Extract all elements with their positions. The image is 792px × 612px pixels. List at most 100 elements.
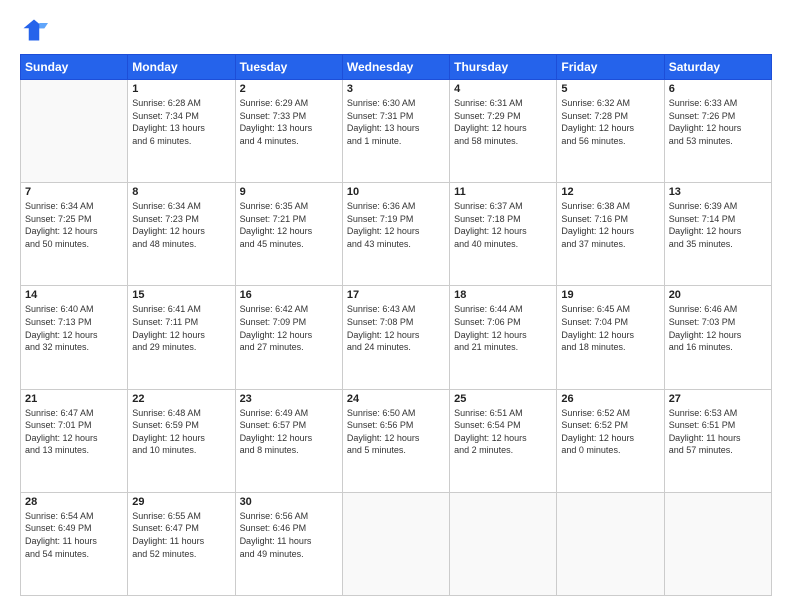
day-number: 9	[240, 186, 338, 198]
day-info: Sunrise: 6:37 AM Sunset: 7:18 PM Dayligh…	[454, 200, 552, 250]
logo-icon	[20, 16, 48, 44]
day-info: Sunrise: 6:48 AM Sunset: 6:59 PM Dayligh…	[132, 407, 230, 457]
day-info: Sunrise: 6:34 AM Sunset: 7:25 PM Dayligh…	[25, 200, 123, 250]
weekday-header: Wednesday	[342, 55, 449, 80]
calendar-cell	[21, 80, 128, 183]
calendar-cell: 21 Sunrise: 6:47 AM Sunset: 7:01 PM Dayli…	[21, 389, 128, 492]
weekday-header: Sunday	[21, 55, 128, 80]
calendar-cell: 28 Sunrise: 6:54 AM Sunset: 6:49 PM Dayli…	[21, 492, 128, 595]
day-info: Sunrise: 6:42 AM Sunset: 7:09 PM Dayligh…	[240, 303, 338, 353]
calendar-week-row: 21 Sunrise: 6:47 AM Sunset: 7:01 PM Dayli…	[21, 389, 772, 492]
day-number: 1	[132, 83, 230, 95]
page: SundayMondayTuesdayWednesdayThursdayFrid…	[0, 0, 792, 612]
day-info: Sunrise: 6:45 AM Sunset: 7:04 PM Dayligh…	[561, 303, 659, 353]
day-number: 17	[347, 289, 445, 301]
day-number: 11	[454, 186, 552, 198]
calendar-table: SundayMondayTuesdayWednesdayThursdayFrid…	[20, 54, 772, 596]
calendar-cell: 25 Sunrise: 6:51 AM Sunset: 6:54 PM Dayli…	[450, 389, 557, 492]
day-info: Sunrise: 6:32 AM Sunset: 7:28 PM Dayligh…	[561, 97, 659, 147]
day-info: Sunrise: 6:33 AM Sunset: 7:26 PM Dayligh…	[669, 97, 767, 147]
day-number: 22	[132, 393, 230, 405]
calendar-cell: 9 Sunrise: 6:35 AM Sunset: 7:21 PM Daylig…	[235, 183, 342, 286]
calendar-cell	[450, 492, 557, 595]
day-info: Sunrise: 6:47 AM Sunset: 7:01 PM Dayligh…	[25, 407, 123, 457]
day-info: Sunrise: 6:31 AM Sunset: 7:29 PM Dayligh…	[454, 97, 552, 147]
day-number: 10	[347, 186, 445, 198]
calendar-cell: 11 Sunrise: 6:37 AM Sunset: 7:18 PM Dayli…	[450, 183, 557, 286]
weekday-header: Saturday	[664, 55, 771, 80]
day-info: Sunrise: 6:50 AM Sunset: 6:56 PM Dayligh…	[347, 407, 445, 457]
calendar-cell: 3Sunrise: 6:30 AM Sunset: 7:31 PM Daylig…	[342, 80, 449, 183]
day-info: Sunrise: 6:34 AM Sunset: 7:23 PM Dayligh…	[132, 200, 230, 250]
day-number: 12	[561, 186, 659, 198]
day-info: Sunrise: 6:28 AM Sunset: 7:34 PM Dayligh…	[132, 97, 230, 147]
weekday-header: Friday	[557, 55, 664, 80]
calendar-cell: 22 Sunrise: 6:48 AM Sunset: 6:59 PM Dayli…	[128, 389, 235, 492]
day-number: 21	[25, 393, 123, 405]
day-info: Sunrise: 6:41 AM Sunset: 7:11 PM Dayligh…	[132, 303, 230, 353]
day-number: 28	[25, 496, 123, 508]
day-info: Sunrise: 6:36 AM Sunset: 7:19 PM Dayligh…	[347, 200, 445, 250]
calendar-cell: 20 Sunrise: 6:46 AM Sunset: 7:03 PM Dayli…	[664, 286, 771, 389]
day-number: 29	[132, 496, 230, 508]
day-info: Sunrise: 6:53 AM Sunset: 6:51 PM Dayligh…	[669, 407, 767, 457]
day-number: 24	[347, 393, 445, 405]
day-number: 3	[347, 83, 445, 95]
day-info: Sunrise: 6:38 AM Sunset: 7:16 PM Dayligh…	[561, 200, 659, 250]
calendar-cell	[664, 492, 771, 595]
day-number: 7	[25, 186, 123, 198]
calendar-cell: 7 Sunrise: 6:34 AM Sunset: 7:25 PM Daylig…	[21, 183, 128, 286]
calendar-cell: 12 Sunrise: 6:38 AM Sunset: 7:16 PM Dayli…	[557, 183, 664, 286]
calendar-cell: 23 Sunrise: 6:49 AM Sunset: 6:57 PM Dayli…	[235, 389, 342, 492]
weekday-header-row: SundayMondayTuesdayWednesdayThursdayFrid…	[21, 55, 772, 80]
calendar-cell	[342, 492, 449, 595]
day-info: Sunrise: 6:54 AM Sunset: 6:49 PM Dayligh…	[25, 510, 123, 560]
day-info: Sunrise: 6:35 AM Sunset: 7:21 PM Dayligh…	[240, 200, 338, 250]
day-info: Sunrise: 6:49 AM Sunset: 6:57 PM Dayligh…	[240, 407, 338, 457]
calendar-week-row: 1 Sunrise: 6:28 AM Sunset: 7:34 PM Daylig…	[21, 80, 772, 183]
day-number: 27	[669, 393, 767, 405]
calendar-cell: 10 Sunrise: 6:36 AM Sunset: 7:19 PM Dayli…	[342, 183, 449, 286]
day-number: 15	[132, 289, 230, 301]
calendar-week-row: 28 Sunrise: 6:54 AM Sunset: 6:49 PM Dayli…	[21, 492, 772, 595]
calendar-cell: 17 Sunrise: 6:43 AM Sunset: 7:08 PM Dayli…	[342, 286, 449, 389]
logo	[20, 16, 52, 44]
weekday-header: Monday	[128, 55, 235, 80]
day-number: 26	[561, 393, 659, 405]
day-number: 4	[454, 83, 552, 95]
calendar-cell: 1 Sunrise: 6:28 AM Sunset: 7:34 PM Daylig…	[128, 80, 235, 183]
calendar-cell: 27 Sunrise: 6:53 AM Sunset: 6:51 PM Dayli…	[664, 389, 771, 492]
day-number: 13	[669, 186, 767, 198]
day-number: 25	[454, 393, 552, 405]
day-number: 23	[240, 393, 338, 405]
day-info: Sunrise: 6:51 AM Sunset: 6:54 PM Dayligh…	[454, 407, 552, 457]
day-number: 16	[240, 289, 338, 301]
calendar-cell: 18Sunrise: 6:44 AM Sunset: 7:06 PM Dayli…	[450, 286, 557, 389]
calendar-week-row: 14Sunrise: 6:40 AM Sunset: 7:13 PM Dayli…	[21, 286, 772, 389]
weekday-header: Tuesday	[235, 55, 342, 80]
calendar-cell: 14Sunrise: 6:40 AM Sunset: 7:13 PM Dayli…	[21, 286, 128, 389]
day-info: Sunrise: 6:43 AM Sunset: 7:08 PM Dayligh…	[347, 303, 445, 353]
day-info: Sunrise: 6:52 AM Sunset: 6:52 PM Dayligh…	[561, 407, 659, 457]
calendar-cell: 5 Sunrise: 6:32 AM Sunset: 7:28 PM Daylig…	[557, 80, 664, 183]
calendar-cell: 15 Sunrise: 6:41 AM Sunset: 7:11 PM Dayli…	[128, 286, 235, 389]
day-number: 6	[669, 83, 767, 95]
day-info: Sunrise: 6:40 AM Sunset: 7:13 PM Dayligh…	[25, 303, 123, 353]
day-number: 8	[132, 186, 230, 198]
calendar-cell: 24 Sunrise: 6:50 AM Sunset: 6:56 PM Dayli…	[342, 389, 449, 492]
calendar-cell: 4 Sunrise: 6:31 AM Sunset: 7:29 PM Daylig…	[450, 80, 557, 183]
calendar-cell: 2Sunrise: 6:29 AM Sunset: 7:33 PM Daylig…	[235, 80, 342, 183]
day-number: 2	[240, 83, 338, 95]
day-number: 19	[561, 289, 659, 301]
day-number: 5	[561, 83, 659, 95]
calendar-cell	[557, 492, 664, 595]
header	[20, 16, 772, 44]
calendar-cell: 8 Sunrise: 6:34 AM Sunset: 7:23 PM Daylig…	[128, 183, 235, 286]
day-info: Sunrise: 6:46 AM Sunset: 7:03 PM Dayligh…	[669, 303, 767, 353]
day-number: 18	[454, 289, 552, 301]
calendar-week-row: 7 Sunrise: 6:34 AM Sunset: 7:25 PM Daylig…	[21, 183, 772, 286]
calendar-cell: 13Sunrise: 6:39 AM Sunset: 7:14 PM Dayli…	[664, 183, 771, 286]
day-number: 20	[669, 289, 767, 301]
calendar-cell: 6 Sunrise: 6:33 AM Sunset: 7:26 PM Daylig…	[664, 80, 771, 183]
calendar-cell: 29Sunrise: 6:55 AM Sunset: 6:47 PM Dayli…	[128, 492, 235, 595]
